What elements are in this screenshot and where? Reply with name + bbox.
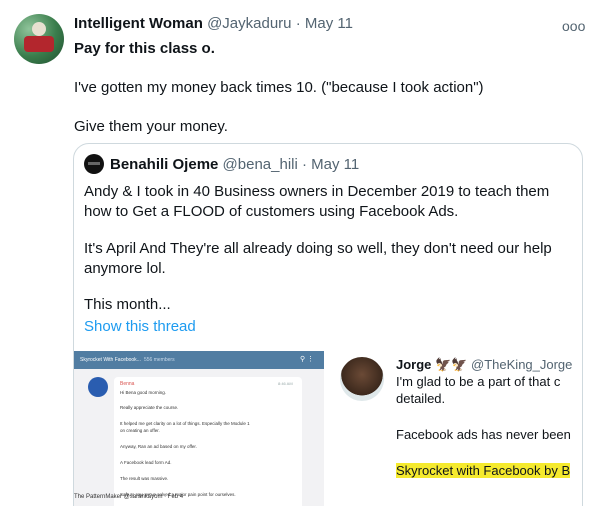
jorge-avatar <box>340 357 384 401</box>
message-line: It helped me get clarity on a lot of thi… <box>120 421 250 426</box>
message-line: Really appreciate the course. <box>120 405 179 410</box>
quoted-tweet[interactable]: Benahili Ojeme @bena_hili · May 11 Andy … <box>73 143 583 506</box>
quoted-text-line: This month... <box>84 296 171 313</box>
tweet-text-line: Pay for this class o. <box>74 40 215 57</box>
message-line: Anyway, Ran an ad based on my offer. <box>120 444 197 449</box>
embedded-text-line: detailed. <box>396 391 446 406</box>
quoted-tweet-header: Benahili Ojeme @bena_hili · May 11 <box>110 156 359 173</box>
chat-title: Skyrocket With Facebook... <box>80 357 141 363</box>
author-avatar[interactable] <box>14 14 64 64</box>
next-tweet-preview: The PatternMaker @sarahkayom · Feb 4 <box>74 494 184 500</box>
search-icon: ⚲ ⋮ <box>300 356 315 363</box>
tweet-text-line: I've gotten my money back times 10. ("be… <box>74 79 484 96</box>
embedded-author-name: Jorge <box>396 357 432 372</box>
quoted-tweet-date[interactable]: May 11 <box>311 156 359 173</box>
quoted-author-avatar[interactable] <box>84 154 104 174</box>
message-line: A Facebook lead form Ad. <box>120 460 172 465</box>
tweet-date[interactable]: May 11 <box>305 15 353 32</box>
separator: · <box>302 156 307 173</box>
embedded-author-handle: @TheKing_Jorge <box>471 357 573 372</box>
author-handle[interactable]: @Jaykaduru <box>207 15 291 32</box>
embedded-tweet-header: Jorge 🦅🦅 @TheKing_Jorge <box>396 357 572 373</box>
more-options-icon[interactable]: ooo <box>562 18 585 34</box>
show-thread-link[interactable]: Show this thread <box>84 318 196 335</box>
chat-message: Benna 8:46 AM Hi Bena good morning. Real… <box>114 377 302 506</box>
avatar-shape <box>24 36 54 52</box>
highlighted-text: Skyrocket with Facebook by B <box>396 463 571 478</box>
sender-avatar <box>88 377 108 397</box>
separator: · <box>295 15 301 32</box>
message-line: Hi Bena good morning. <box>120 390 167 395</box>
embedded-text-line: I'm glad to be a part of that c <box>396 374 561 389</box>
message-sender: Benna <box>120 381 135 387</box>
screenshot-image-telegram[interactable]: Skyrocket With Facebook... 556 members ⚲… <box>74 351 326 506</box>
quoted-text-line: anymore lol. <box>84 260 166 277</box>
avatar-shape <box>32 22 46 36</box>
quoted-author-name[interactable]: Benahili Ojeme <box>110 156 218 173</box>
author-name[interactable]: Intelligent Woman <box>74 15 203 32</box>
quoted-text-line: Andy & I took in 40 Business owners in D… <box>84 183 550 200</box>
eagle-emoji-icon: 🦅🦅 <box>435 357 468 372</box>
quoted-author-handle[interactable]: @bena_hili <box>223 156 298 173</box>
quoted-text-line: It's April And They're all already doing… <box>84 240 552 257</box>
message-line: on creating an offer. <box>120 428 160 433</box>
message-line: The result was massive. <box>120 476 169 481</box>
quoted-text-line: how to Get a FLOOD of customers using Fa… <box>84 203 459 220</box>
tweet-text-line: Give them your money. <box>74 118 228 135</box>
chat-members: 556 members <box>144 357 175 363</box>
screenshot-image-tweet[interactable]: Jorge 🦅🦅 @TheKing_Jorge I'm glad to be a… <box>330 351 582 506</box>
message-time: 8:46 AM <box>278 381 293 386</box>
chat-title-bar: Skyrocket With Facebook... 556 members ⚲… <box>74 351 324 369</box>
tweet[interactable]: Intelligent Woman @Jaykaduru · May 11 oo… <box>0 0 599 506</box>
tweet-header: Intelligent Woman @Jaykaduru · May 11 <box>74 15 353 32</box>
embedded-text-line: Facebook ads has never been <box>396 427 571 442</box>
